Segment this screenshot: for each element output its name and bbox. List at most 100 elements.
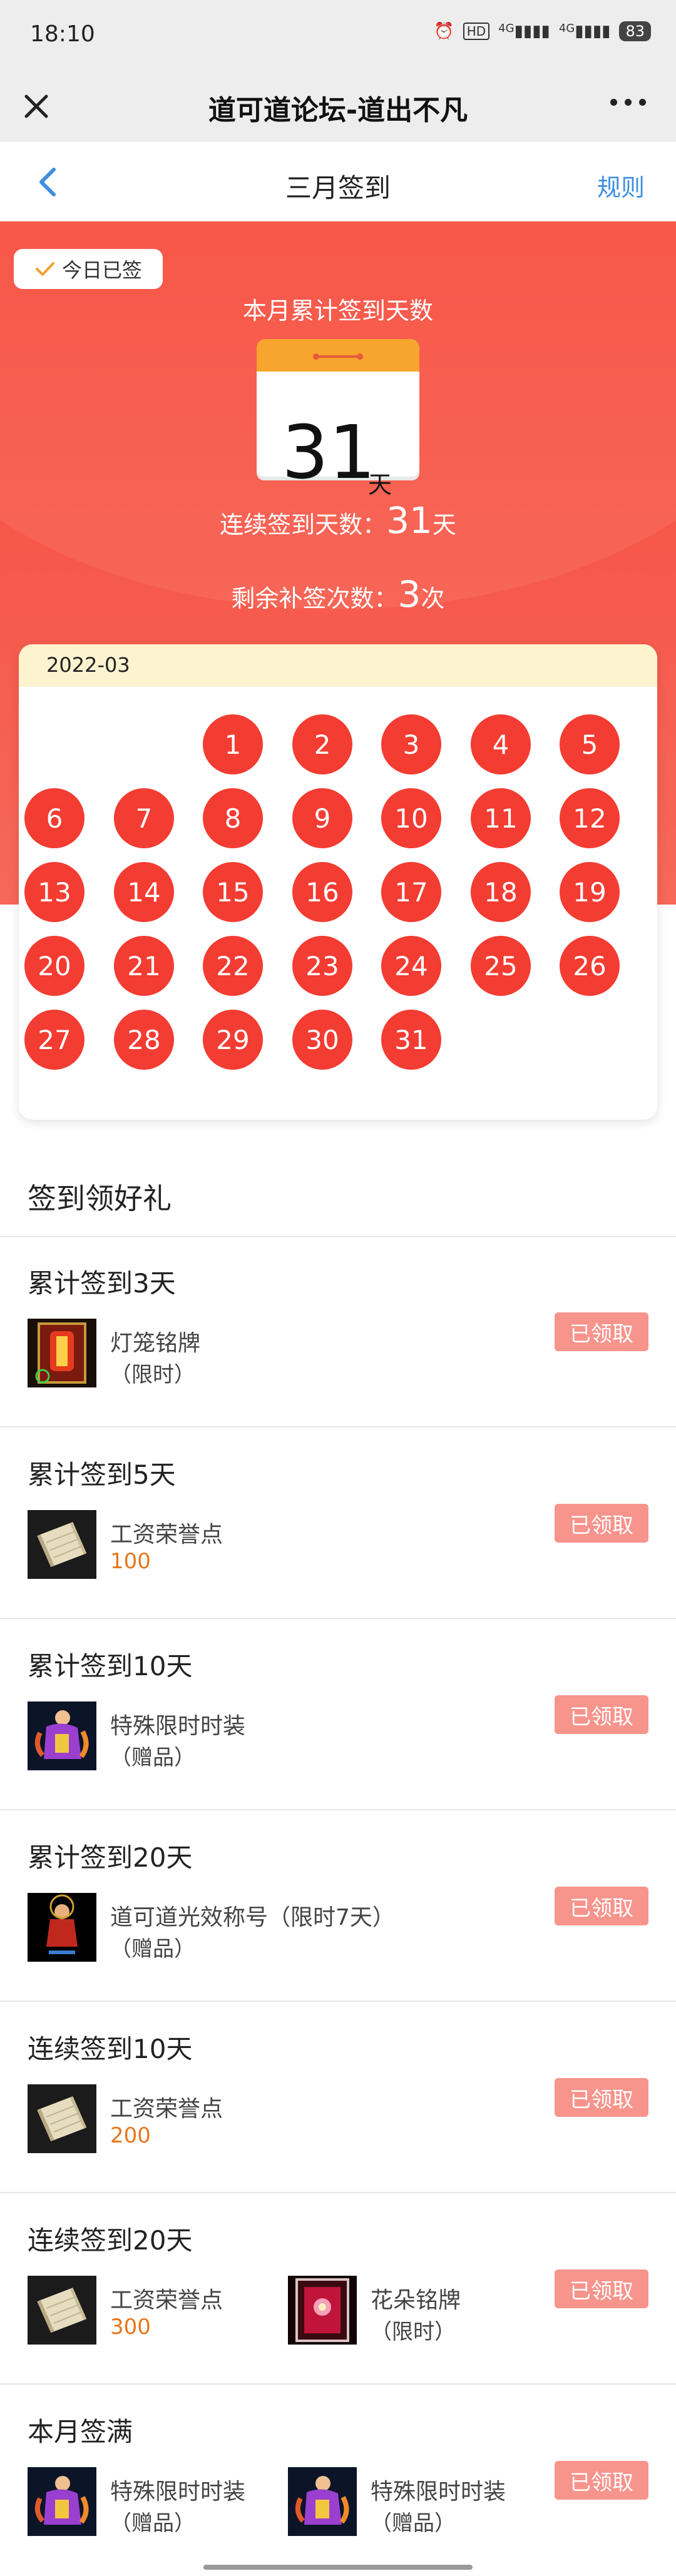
reward-block: 累计签到5天工资荣誉点 100 已领取 bbox=[0, 1429, 676, 1619]
gift-points: 300 bbox=[110, 2315, 151, 2340]
calendar-day[interactable]: 14 bbox=[114, 862, 174, 922]
calendar-day[interactable]: 29 bbox=[203, 1010, 263, 1070]
calendar-day[interactable]: 2 bbox=[292, 714, 352, 774]
reward-gift: 特殊限时时装 （赠品） bbox=[288, 2467, 538, 2542]
4g-signal-icon: 4G▮▮▮▮ bbox=[558, 22, 611, 41]
calendar-day[interactable]: 15 bbox=[203, 862, 263, 922]
app-title-bar: 道可道论坛-道出不凡 bbox=[0, 70, 676, 142]
reward-block: 累计签到10天特殊限时时装 （赠品） 已领取 bbox=[0, 1620, 676, 1810]
gift-name: 特殊限时时装 bbox=[371, 2479, 506, 2505]
network-label: 4G bbox=[498, 22, 515, 35]
month-total-label: 本月累计签到天数 bbox=[242, 297, 433, 325]
calendar-day[interactable]: 19 bbox=[560, 862, 620, 922]
claimed-button[interactable]: 已领取 bbox=[555, 1695, 648, 1734]
battery-icon: 83 bbox=[619, 21, 651, 41]
title-effect-icon bbox=[28, 1893, 96, 1962]
today-checked-badge: 今日已签 bbox=[14, 249, 163, 289]
reward-gift: 特殊限时时装 （赠品） bbox=[28, 1701, 278, 1777]
calendar-day[interactable]: 4 bbox=[471, 714, 531, 774]
flower-plaque-icon bbox=[288, 2276, 357, 2345]
calendar-day[interactable]: 17 bbox=[381, 862, 441, 922]
calendar-day[interactable]: 6 bbox=[24, 788, 84, 848]
nav-bar: 三月签到 规则 bbox=[0, 142, 676, 221]
calendar-day[interactable]: 5 bbox=[560, 714, 620, 774]
makeup-value: 3 bbox=[397, 573, 421, 616]
reward-block: 连续签到10天 工资荣誉点 200 已领取 bbox=[0, 2003, 676, 2193]
calendar-day[interactable]: 18 bbox=[471, 862, 531, 922]
calendar-day[interactable]: 30 bbox=[292, 1010, 352, 1070]
gift-note: （限时） bbox=[371, 2320, 456, 2345]
gift-name: 道可道光效称号（限时7天） bbox=[110, 1905, 395, 1930]
calendar-header: 2022-03 bbox=[19, 644, 657, 687]
gift-name: 工资荣誉点 bbox=[110, 2288, 223, 2313]
calendar-day[interactable]: 31 bbox=[381, 1010, 441, 1070]
reward-title: 累计签到10天 bbox=[28, 1651, 193, 1681]
rewards-section-title: 签到领好礼 bbox=[28, 1182, 172, 1215]
reward-block: 累计签到3天灯笼铭牌 （限时） 已领取 bbox=[0, 1237, 676, 1427]
costume-icon bbox=[28, 2467, 96, 2536]
reward-block: 连续签到20天 工资荣誉点 300 花朵铭牌 （限时） 已领取 bbox=[0, 2194, 676, 2385]
calendar-card: 2022-03 1 2 3 4 5 6 7 8 9 10 11 12 13 14 15 16 17 18 19 20 2… bbox=[19, 644, 657, 1120]
claimed-button[interactable]: 已领取 bbox=[555, 2269, 648, 2308]
calendar-day[interactable]: 9 bbox=[292, 788, 352, 848]
month-days-count: 31 bbox=[282, 409, 376, 495]
claimed-button[interactable]: 已领取 bbox=[555, 2078, 648, 2117]
calendar-day[interactable]: 23 bbox=[292, 936, 352, 996]
calendar-day[interactable]: 11 bbox=[471, 788, 531, 848]
calendar-body: 31 天 bbox=[257, 372, 419, 499]
streak-label: 连续签到天数： bbox=[220, 511, 387, 539]
home-indicator[interactable] bbox=[203, 2565, 473, 2570]
streak-row: 连续签到天数：31天 bbox=[0, 499, 676, 542]
calendar-day[interactable]: 1 bbox=[203, 714, 263, 774]
reward-title: 累计签到5天 bbox=[28, 1459, 176, 1490]
calendar-day[interactable]: 27 bbox=[24, 1010, 84, 1070]
alarm-icon: ⏰ bbox=[434, 22, 454, 41]
claimed-button[interactable]: 已领取 bbox=[555, 2461, 648, 2500]
scroll-icon bbox=[28, 2084, 96, 2153]
claimed-button[interactable]: 已领取 bbox=[555, 1504, 648, 1543]
reward-gift: 花朵铭牌 （限时） bbox=[288, 2276, 538, 2351]
scroll-icon bbox=[28, 2276, 96, 2345]
calendar-day[interactable]: 22 bbox=[203, 936, 263, 996]
reward-gift: 特殊限时时装 （赠品） bbox=[28, 2467, 278, 2542]
calendar-day[interactable]: 24 bbox=[381, 936, 441, 996]
calendar-day[interactable]: 20 bbox=[24, 936, 84, 996]
page-title: 三月签到 bbox=[285, 173, 391, 203]
reward-gift: 工资荣誉点 300 bbox=[28, 2276, 278, 2351]
calendar-day[interactable]: 8 bbox=[203, 788, 263, 848]
app-title: 道可道论坛-道出不凡 bbox=[208, 94, 468, 126]
gift-name: 特殊限时时装 bbox=[110, 1713, 246, 1739]
reward-gift: 工资荣誉点 100 bbox=[28, 1510, 278, 1585]
reward-block: 累计签到20天 道可道光效称号（限时7天） （赠品） 已领取 bbox=[0, 1812, 676, 2002]
calendar-day[interactable]: 28 bbox=[114, 1010, 174, 1070]
calendar-day[interactable]: 7 bbox=[114, 788, 174, 848]
more-icon[interactable] bbox=[610, 99, 646, 106]
status-icons: ⏰ HD 4G▮▮▮▮ 4G▮▮▮▮ 83 bbox=[434, 21, 651, 41]
makeup-label: 剩余补签次数： bbox=[231, 585, 398, 612]
calendar-month: 2022-03 bbox=[46, 653, 130, 677]
claimed-button[interactable]: 已领取 bbox=[555, 1887, 648, 1925]
calendar-day[interactable]: 26 bbox=[560, 936, 620, 996]
reward-block: 本月签满 特殊限时时装 （赠品） 特殊限时时装 （赠品） 已领取 bbox=[0, 2386, 676, 2576]
hd-icon: HD bbox=[463, 23, 490, 40]
costume-icon bbox=[28, 1701, 96, 1770]
gift-name: 工资荣誉点 bbox=[110, 1522, 223, 1548]
calendar-day[interactable]: 10 bbox=[381, 788, 441, 848]
calendar-day[interactable]: 21 bbox=[114, 936, 174, 996]
calendar-day[interactable]: 13 bbox=[24, 862, 84, 922]
calendar-day[interactable]: 25 bbox=[471, 936, 531, 996]
reward-gift: 灯笼铭牌 （限时） bbox=[28, 1319, 278, 1394]
gift-name: 特殊限时时装 bbox=[110, 2479, 246, 2505]
streak-unit: 天 bbox=[432, 511, 456, 539]
makeup-unit: 次 bbox=[421, 585, 445, 612]
reward-title: 累计签到3天 bbox=[28, 1268, 176, 1299]
claimed-button[interactable]: 已领取 bbox=[555, 1312, 648, 1351]
calendar-day[interactable]: 12 bbox=[560, 788, 620, 848]
reward-title: 本月签满 bbox=[28, 2416, 133, 2447]
streak-value: 31 bbox=[386, 499, 433, 542]
calendar-day[interactable]: 3 bbox=[381, 714, 441, 774]
rules-link[interactable]: 规则 bbox=[597, 168, 645, 203]
gift-note: （赠品） bbox=[110, 2511, 195, 2536]
calendar-day[interactable]: 16 bbox=[292, 862, 352, 922]
reward-gift: 道可道光效称号（限时7天） （赠品） bbox=[28, 1893, 395, 1968]
